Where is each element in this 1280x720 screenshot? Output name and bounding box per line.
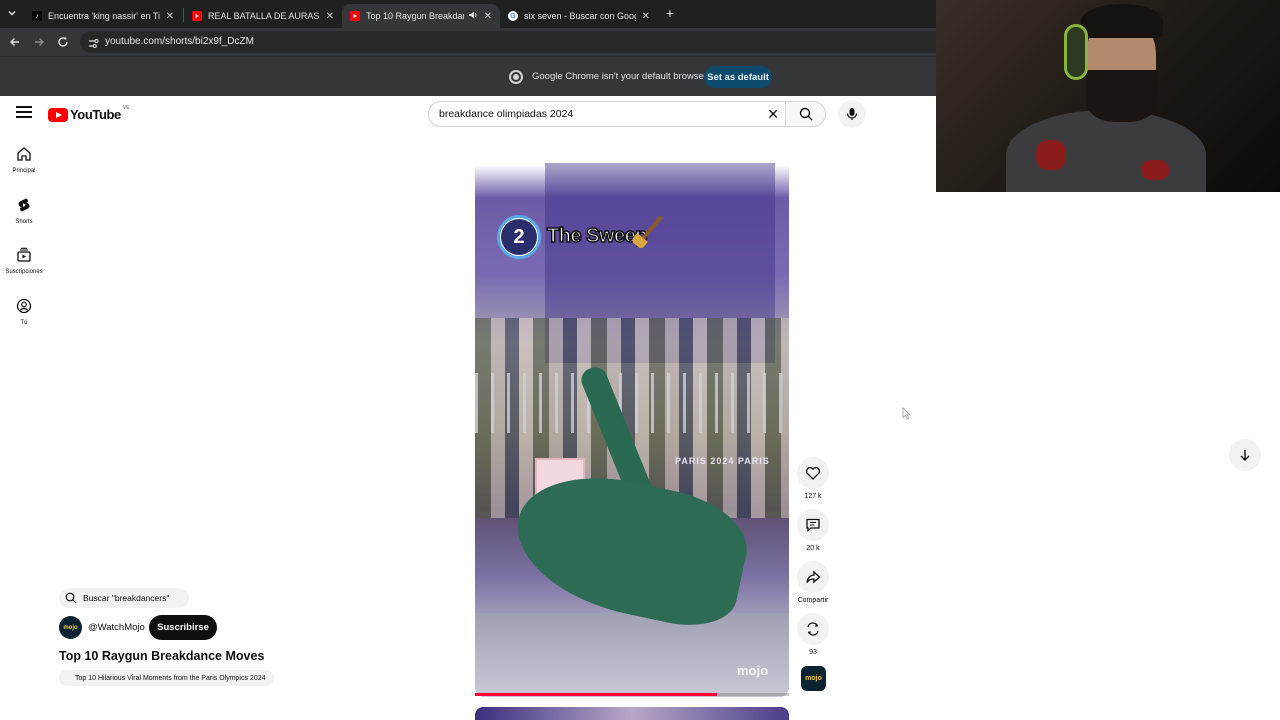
channel-avatar[interactable]: mojo <box>59 616 82 639</box>
video-title[interactable]: Top 10 Raygun Breakdance Moves <box>59 649 264 663</box>
webcam-person-hair <box>1081 4 1163 38</box>
webcam-shirt-graphic <box>1141 160 1169 180</box>
search-suggestion-chip[interactable]: Buscar "breakdancers" <box>59 588 189 608</box>
comment-count: 20 k <box>806 545 820 552</box>
tab-close-icon[interactable]: ✕ <box>166 11 174 22</box>
sidebar-item-label: Shorts <box>15 219 33 225</box>
watermark-logo: mojo <box>737 663 769 678</box>
youtube-favicon-icon <box>350 11 360 21</box>
share-icon <box>806 570 821 584</box>
remix-icon <box>807 622 819 636</box>
home-icon <box>17 147 31 161</box>
overlay-rank-badge: 2 <box>497 215 541 259</box>
browser-tab-google[interactable]: G six seven - Buscar con Google ✕ <box>500 4 658 28</box>
clear-search-icon[interactable]: ✕ <box>767 106 779 123</box>
tab-close-icon[interactable]: ✕ <box>484 11 492 22</box>
tab-close-icon[interactable]: ✕ <box>326 11 334 22</box>
voice-search-button[interactable] <box>838 100 866 128</box>
browser-tab-tiktok[interactable]: ♪ Encuentra 'king nassir' en TikTo ✕ <box>24 4 182 28</box>
sidebar-item-home[interactable]: Principal <box>0 146 48 174</box>
comments-button[interactable]: 20 k <box>797 509 829 552</box>
new-tab-button[interactable]: + <box>662 5 678 21</box>
like-button[interactable]: 127 k <box>797 457 829 500</box>
menu-hamburger-icon[interactable] <box>16 106 32 120</box>
webcam-overlay <box>936 0 1280 192</box>
tab-title: REAL BATALLA DE AURAS #aura <box>208 11 320 21</box>
country-code: VE <box>122 104 130 111</box>
like-count: 127 k <box>804 493 822 500</box>
share-label: Compartir <box>797 597 829 604</box>
sidebar-item-label: Suscripciones <box>5 269 43 275</box>
tab-close-icon[interactable]: ✕ <box>642 11 650 22</box>
overlay-title: The Sweep <box>546 224 648 248</box>
back-arrow-icon[interactable] <box>7 34 23 50</box>
tiktok-favicon-icon: ♪ <box>32 11 42 21</box>
url-text: youtube.com/shorts/bi2x9f_DcZM <box>105 36 254 47</box>
tab-title: Encuentra 'king nassir' en TikTo <box>48 11 160 21</box>
infobar-message: Google Chrome isn't your default browser <box>532 71 708 82</box>
microphone-icon <box>846 108 858 120</box>
sidebar-item-you[interactable]: Tú <box>0 298 48 326</box>
subscriptions-icon <box>17 247 31 262</box>
search-query-text: breakdance olimpiadas 2024 <box>439 108 574 120</box>
sidebar-item-label: Principal <box>12 168 36 174</box>
next-video-button[interactable] <box>1229 439 1261 471</box>
sidebar-item-subscriptions[interactable]: Suscripciones <box>0 247 48 275</box>
chrome-logo-icon <box>509 70 523 84</box>
search-input[interactable]: breakdance olimpiadas 2024 ✕ <box>428 101 786 127</box>
youtube-play-logo-icon <box>48 107 68 122</box>
address-bar[interactable]: youtube.com/shorts/bi2x9f_DcZM <box>80 31 936 53</box>
search-button[interactable] <box>786 101 826 127</box>
webcam-person-beard <box>1086 70 1158 122</box>
arrow-down-icon <box>1240 450 1250 461</box>
suggestion-text: Buscar "breakdancers" <box>83 593 170 603</box>
sidebar-item-shorts[interactable]: Shorts <box>0 197 48 225</box>
video-venue-text: PARIS 2024 PARIS <box>675 456 770 466</box>
shorts-icon <box>18 198 30 212</box>
youtube-favicon-icon <box>192 11 202 21</box>
video-railing <box>475 373 789 433</box>
youtube-logo[interactable]: YouTube VE <box>48 104 130 122</box>
search-icon <box>65 592 77 604</box>
tab-title: six seven - Buscar con Google <box>524 11 636 21</box>
related-video-chip[interactable]: Top 10 Hilarious Viral Moments from the … <box>59 670 274 686</box>
related-video-text: Top 10 Hilarious Viral Moments from the … <box>75 674 266 682</box>
channel-avatar-button[interactable]: mojo <box>801 666 826 691</box>
browser-tab-raygun[interactable]: Top 10 Raygun Breakdance ✕ <box>342 4 500 28</box>
mouse-cursor-icon <box>902 407 911 425</box>
webcam-headset-icon <box>1064 24 1088 80</box>
forward-arrow-icon[interactable] <box>31 34 47 50</box>
overlay-rank-number: 2 <box>501 219 537 255</box>
browser-tab-strip: ♪ Encuentra 'king nassir' en TikTo ✕ REA… <box>0 0 936 28</box>
share-button[interactable]: Compartir <box>797 561 829 604</box>
site-info-icon[interactable] <box>88 36 99 54</box>
tab-title: Top 10 Raygun Breakdance <box>366 11 464 21</box>
webcam-shirt-graphic <box>1036 140 1066 170</box>
remix-count: 93 <box>809 649 817 656</box>
comment-icon <box>806 518 820 532</box>
video-progress-bar[interactable] <box>475 693 789 696</box>
short-video-player[interactable]: PARIS 2024 PARIS 2 The Sweep mojo <box>475 143 789 697</box>
heart-icon <box>805 466 821 480</box>
subscribe-button[interactable]: Suscribirse <box>149 615 217 640</box>
video-stage-floor <box>475 613 789 697</box>
google-favicon-icon: G <box>508 11 518 21</box>
browser-tab-aura[interactable]: REAL BATALLA DE AURAS #aura ✕ <box>184 4 342 28</box>
tab-search-chevron-icon[interactable] <box>4 5 20 21</box>
set-as-default-button[interactable]: Set as default <box>704 66 772 88</box>
you-icon <box>16 298 32 314</box>
video-progress-fill <box>475 693 717 696</box>
channel-handle[interactable]: @WatchMojo <box>88 622 145 633</box>
speaker-icon[interactable] <box>468 10 478 23</box>
reload-icon[interactable] <box>55 34 71 50</box>
sidebar-item-label: Tú <box>20 320 28 326</box>
search-icon <box>799 107 812 121</box>
remix-button[interactable]: 93 <box>797 613 829 656</box>
youtube-logo-text: YouTube <box>70 107 121 122</box>
browser-toolbar: youtube.com/shorts/bi2x9f_DcZM <box>0 28 936 56</box>
next-short-preview[interactable] <box>475 707 789 720</box>
default-browser-infobar: Google Chrome isn't your default browser… <box>0 56 936 96</box>
